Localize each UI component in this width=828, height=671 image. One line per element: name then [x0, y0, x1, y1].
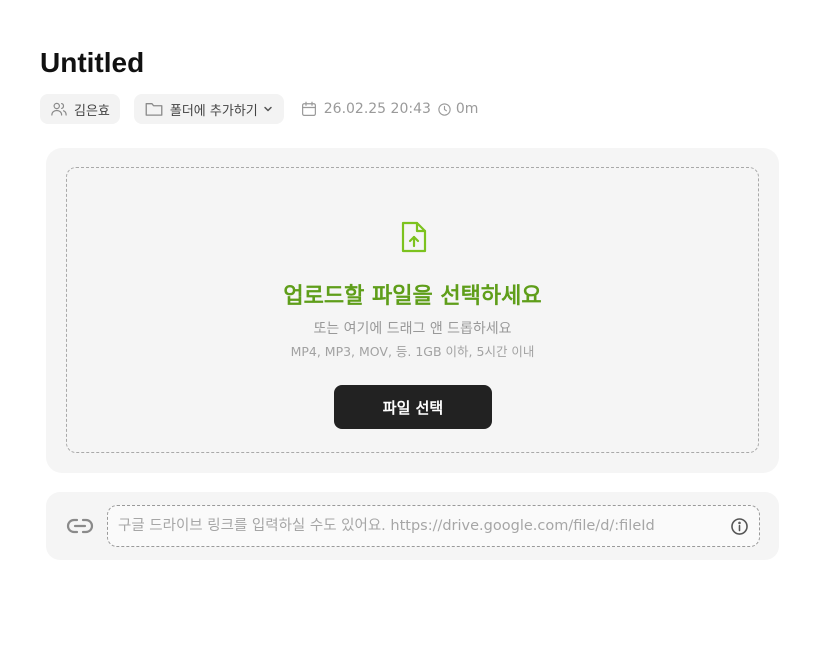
- calendar-icon: [301, 101, 316, 116]
- file-dropzone[interactable]: 업로드할 파일을 선택하세요 또는 여기에 드래그 앤 드롭하세요 MP4, M…: [66, 167, 759, 453]
- date-duration: 26.02.25 20:43 0m: [300, 100, 479, 118]
- owner-label: 김은효: [74, 103, 110, 119]
- upload-hint: MP4, MP3, MOV, 등. 1GB 이하, 5시간 이내: [290, 344, 535, 359]
- folder-label: 폴더에 추가하기: [169, 103, 258, 119]
- drive-link-input[interactable]: [118, 506, 718, 546]
- add-to-folder-button[interactable]: 폴더에 추가하기: [133, 94, 284, 124]
- users-icon: [51, 102, 67, 116]
- link-card: [46, 492, 779, 560]
- link-icon: [66, 518, 94, 534]
- upload-title: 업로드할 파일을 선택하세요: [283, 284, 542, 309]
- select-file-button[interactable]: 파일 선택: [334, 385, 492, 429]
- upload-subtitle: 또는 여기에 드래그 앤 드롭하세요: [313, 321, 512, 337]
- upload-card: 업로드할 파일을 선택하세요 또는 여기에 드래그 앤 드롭하세요 MP4, M…: [46, 148, 779, 473]
- owner-chip[interactable]: 김은효: [40, 94, 120, 124]
- duration-text: 0m: [455, 101, 479, 117]
- date-text: 26.02.25 20:43: [323, 101, 431, 117]
- folder-icon: [145, 103, 163, 116]
- page-title[interactable]: Untitled: [40, 44, 144, 82]
- info-icon[interactable]: [730, 517, 749, 536]
- page: Untitled 김은효 폴더에 추가하기 26.02.25 20:43 0m …: [0, 0, 828, 671]
- drive-link-field: [107, 505, 760, 547]
- meta-bar: 김은효 폴더에 추가하기 26.02.25 20:43 0m: [40, 94, 478, 124]
- file-upload-icon: [401, 221, 427, 253]
- chevron-down-icon: [264, 106, 272, 112]
- clock-icon: [438, 102, 451, 116]
